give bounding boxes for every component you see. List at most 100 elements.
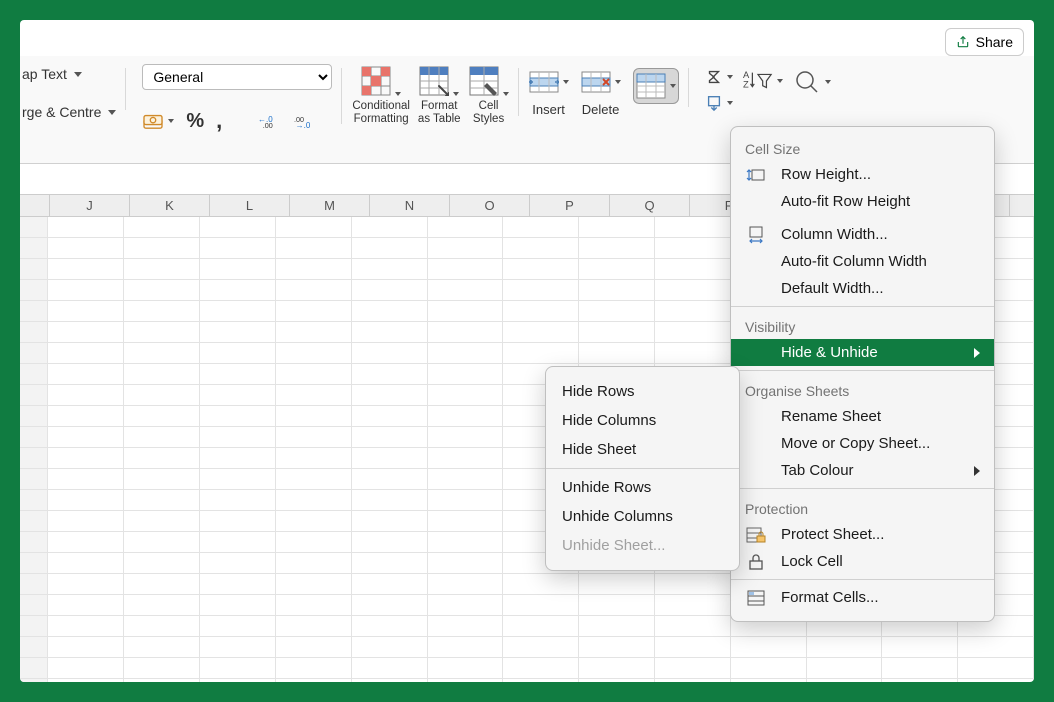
- grid-cell[interactable]: [124, 364, 200, 385]
- grid-cell[interactable]: [579, 280, 655, 301]
- grid-row[interactable]: [20, 679, 1034, 682]
- grid-cell[interactable]: [428, 343, 504, 364]
- grid-cell[interactable]: [48, 301, 124, 322]
- grid-cell[interactable]: [503, 301, 579, 322]
- decrease-decimal-button[interactable]: .00→.0: [294, 112, 318, 130]
- grid-cell[interactable]: [200, 595, 276, 616]
- grid-cell[interactable]: [48, 217, 124, 238]
- grid-cell[interactable]: [48, 448, 124, 469]
- grid-cell[interactable]: [958, 658, 1034, 679]
- grid-cell[interactable]: [124, 448, 200, 469]
- submenu-hide-rows[interactable]: Hide Rows: [546, 377, 739, 406]
- grid-cell[interactable]: [428, 574, 504, 595]
- grid-cell[interactable]: [352, 322, 428, 343]
- grid-cell[interactable]: [124, 679, 200, 682]
- grid-cell[interactable]: [428, 637, 504, 658]
- submenu-hide-sheet[interactable]: Hide Sheet: [546, 435, 739, 464]
- insert-button[interactable]: Insert: [529, 68, 569, 117]
- grid-cell[interactable]: [655, 658, 731, 679]
- grid-cell[interactable]: [48, 679, 124, 682]
- grid-cell[interactable]: [200, 280, 276, 301]
- grid-cell[interactable]: [655, 301, 731, 322]
- grid-cell[interactable]: [503, 574, 579, 595]
- grid-cell[interactable]: [276, 469, 352, 490]
- grid-cell[interactable]: [200, 553, 276, 574]
- grid-cell[interactable]: [200, 238, 276, 259]
- find-select-button[interactable]: [793, 68, 831, 96]
- grid-cell[interactable]: [655, 259, 731, 280]
- grid-cell[interactable]: [276, 658, 352, 679]
- grid-cell[interactable]: [48, 616, 124, 637]
- grid-cell[interactable]: [731, 679, 807, 682]
- grid-cell[interactable]: [48, 406, 124, 427]
- grid-cell[interactable]: [503, 259, 579, 280]
- grid-cell[interactable]: [655, 637, 731, 658]
- menu-lock-cell[interactable]: ✓ Lock Cell: [731, 548, 994, 575]
- autosum-button[interactable]: [705, 68, 733, 86]
- grid-cell[interactable]: [428, 658, 504, 679]
- grid-cell[interactable]: [579, 343, 655, 364]
- grid-cell[interactable]: [276, 616, 352, 637]
- grid-cell[interactable]: [579, 616, 655, 637]
- grid-cell[interactable]: [124, 637, 200, 658]
- grid-cell[interactable]: [428, 511, 504, 532]
- grid-cell[interactable]: [48, 553, 124, 574]
- grid-cell[interactable]: [428, 616, 504, 637]
- grid-cell[interactable]: [48, 385, 124, 406]
- grid-cell[interactable]: [352, 259, 428, 280]
- col-header[interactable]: M: [290, 195, 370, 216]
- grid-cell[interactable]: [124, 595, 200, 616]
- currency-button[interactable]: [142, 112, 174, 130]
- comma-style-button[interactable]: ,: [216, 108, 222, 134]
- grid-cell[interactable]: [124, 343, 200, 364]
- grid-cell[interactable]: [655, 679, 731, 682]
- grid-cell[interactable]: [48, 469, 124, 490]
- grid-cell[interactable]: [503, 679, 579, 682]
- grid-cell[interactable]: [503, 217, 579, 238]
- menu-move-copy-sheet[interactable]: Move or Copy Sheet...: [731, 430, 994, 457]
- grid-cell[interactable]: [124, 385, 200, 406]
- grid-cell[interactable]: [807, 658, 883, 679]
- col-header[interactable]: J: [50, 195, 130, 216]
- grid-cell[interactable]: [276, 553, 352, 574]
- menu-format-cells[interactable]: Format Cells...: [731, 584, 994, 611]
- grid-cell[interactable]: [124, 238, 200, 259]
- grid-cell[interactable]: [124, 616, 200, 637]
- grid-cell[interactable]: [352, 595, 428, 616]
- grid-cell[interactable]: [579, 658, 655, 679]
- grid-cell[interactable]: [276, 406, 352, 427]
- menu-autofit-col[interactable]: Auto-fit Column Width: [731, 248, 994, 275]
- cell-styles-button[interactable]: CellStyles: [469, 66, 509, 126]
- grid-cell[interactable]: [503, 616, 579, 637]
- grid-cell[interactable]: [428, 448, 504, 469]
- grid-cell[interactable]: [428, 280, 504, 301]
- grid-cell[interactable]: [352, 217, 428, 238]
- grid-cell[interactable]: [882, 679, 958, 682]
- col-header[interactable]: N: [370, 195, 450, 216]
- grid-cell[interactable]: [276, 679, 352, 682]
- grid-cell[interactable]: [428, 553, 504, 574]
- grid-cell[interactable]: [48, 574, 124, 595]
- grid-cell[interactable]: [655, 616, 731, 637]
- grid-cell[interactable]: [124, 280, 200, 301]
- grid-cell[interactable]: [352, 574, 428, 595]
- grid-cell[interactable]: [655, 574, 731, 595]
- grid-cell[interactable]: [276, 280, 352, 301]
- grid-cell[interactable]: [124, 427, 200, 448]
- grid-cell[interactable]: [48, 595, 124, 616]
- grid-cell[interactable]: [48, 637, 124, 658]
- menu-autofit-row[interactable]: Auto-fit Row Height: [731, 188, 994, 215]
- grid-cell[interactable]: [124, 658, 200, 679]
- grid-cell[interactable]: [48, 511, 124, 532]
- grid-cell[interactable]: [200, 616, 276, 637]
- grid-row[interactable]: [20, 658, 1034, 679]
- grid-cell[interactable]: [124, 532, 200, 553]
- grid-cell[interactable]: [428, 532, 504, 553]
- grid-cell[interactable]: [352, 553, 428, 574]
- grid-cell[interactable]: [276, 385, 352, 406]
- grid-cell[interactable]: [200, 574, 276, 595]
- grid-cell[interactable]: [503, 637, 579, 658]
- grid-cell[interactable]: [428, 406, 504, 427]
- grid-cell[interactable]: [428, 595, 504, 616]
- grid-cell[interactable]: [200, 364, 276, 385]
